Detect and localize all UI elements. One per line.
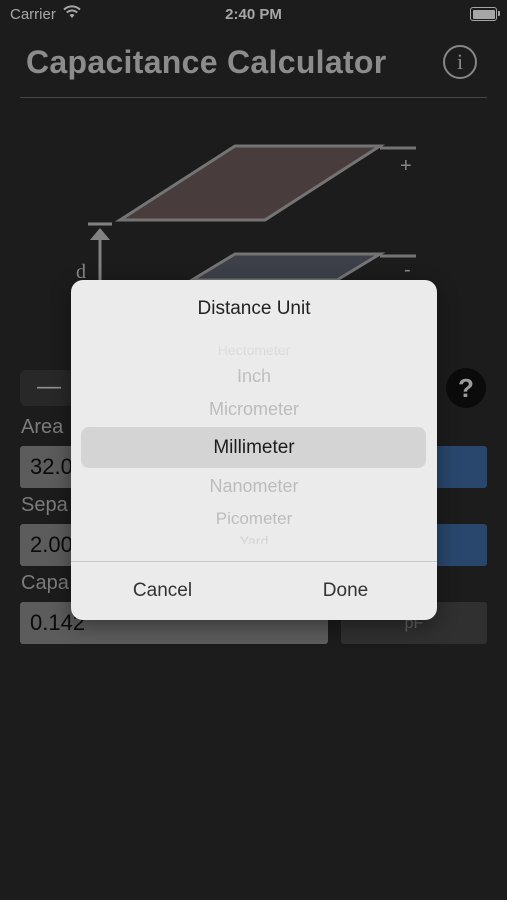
picker-option-nanometer[interactable]: Nanometer	[71, 476, 437, 497]
picker-option-hectometer[interactable]: Hectometer	[71, 343, 437, 359]
dialog-title: Distance Unit	[197, 298, 311, 319]
picker-option-micrometer[interactable]: Micrometer	[71, 399, 437, 420]
picker-option-inch[interactable]: Inch	[71, 366, 437, 387]
picker-option-millimeter[interactable]: Millimeter	[71, 437, 437, 459]
distance-unit-dialog: Distance Unit Hectometer Inch Micrometer…	[71, 280, 437, 620]
picker-option-picometer[interactable]: Picometer	[71, 509, 437, 529]
cancel-button[interactable]: Cancel	[71, 562, 254, 620]
unit-picker[interactable]: Hectometer Inch Micrometer Millimeter Na…	[71, 338, 437, 560]
done-button[interactable]: Done	[254, 562, 437, 620]
picker-option-yard[interactable]: Yard	[71, 534, 437, 544]
